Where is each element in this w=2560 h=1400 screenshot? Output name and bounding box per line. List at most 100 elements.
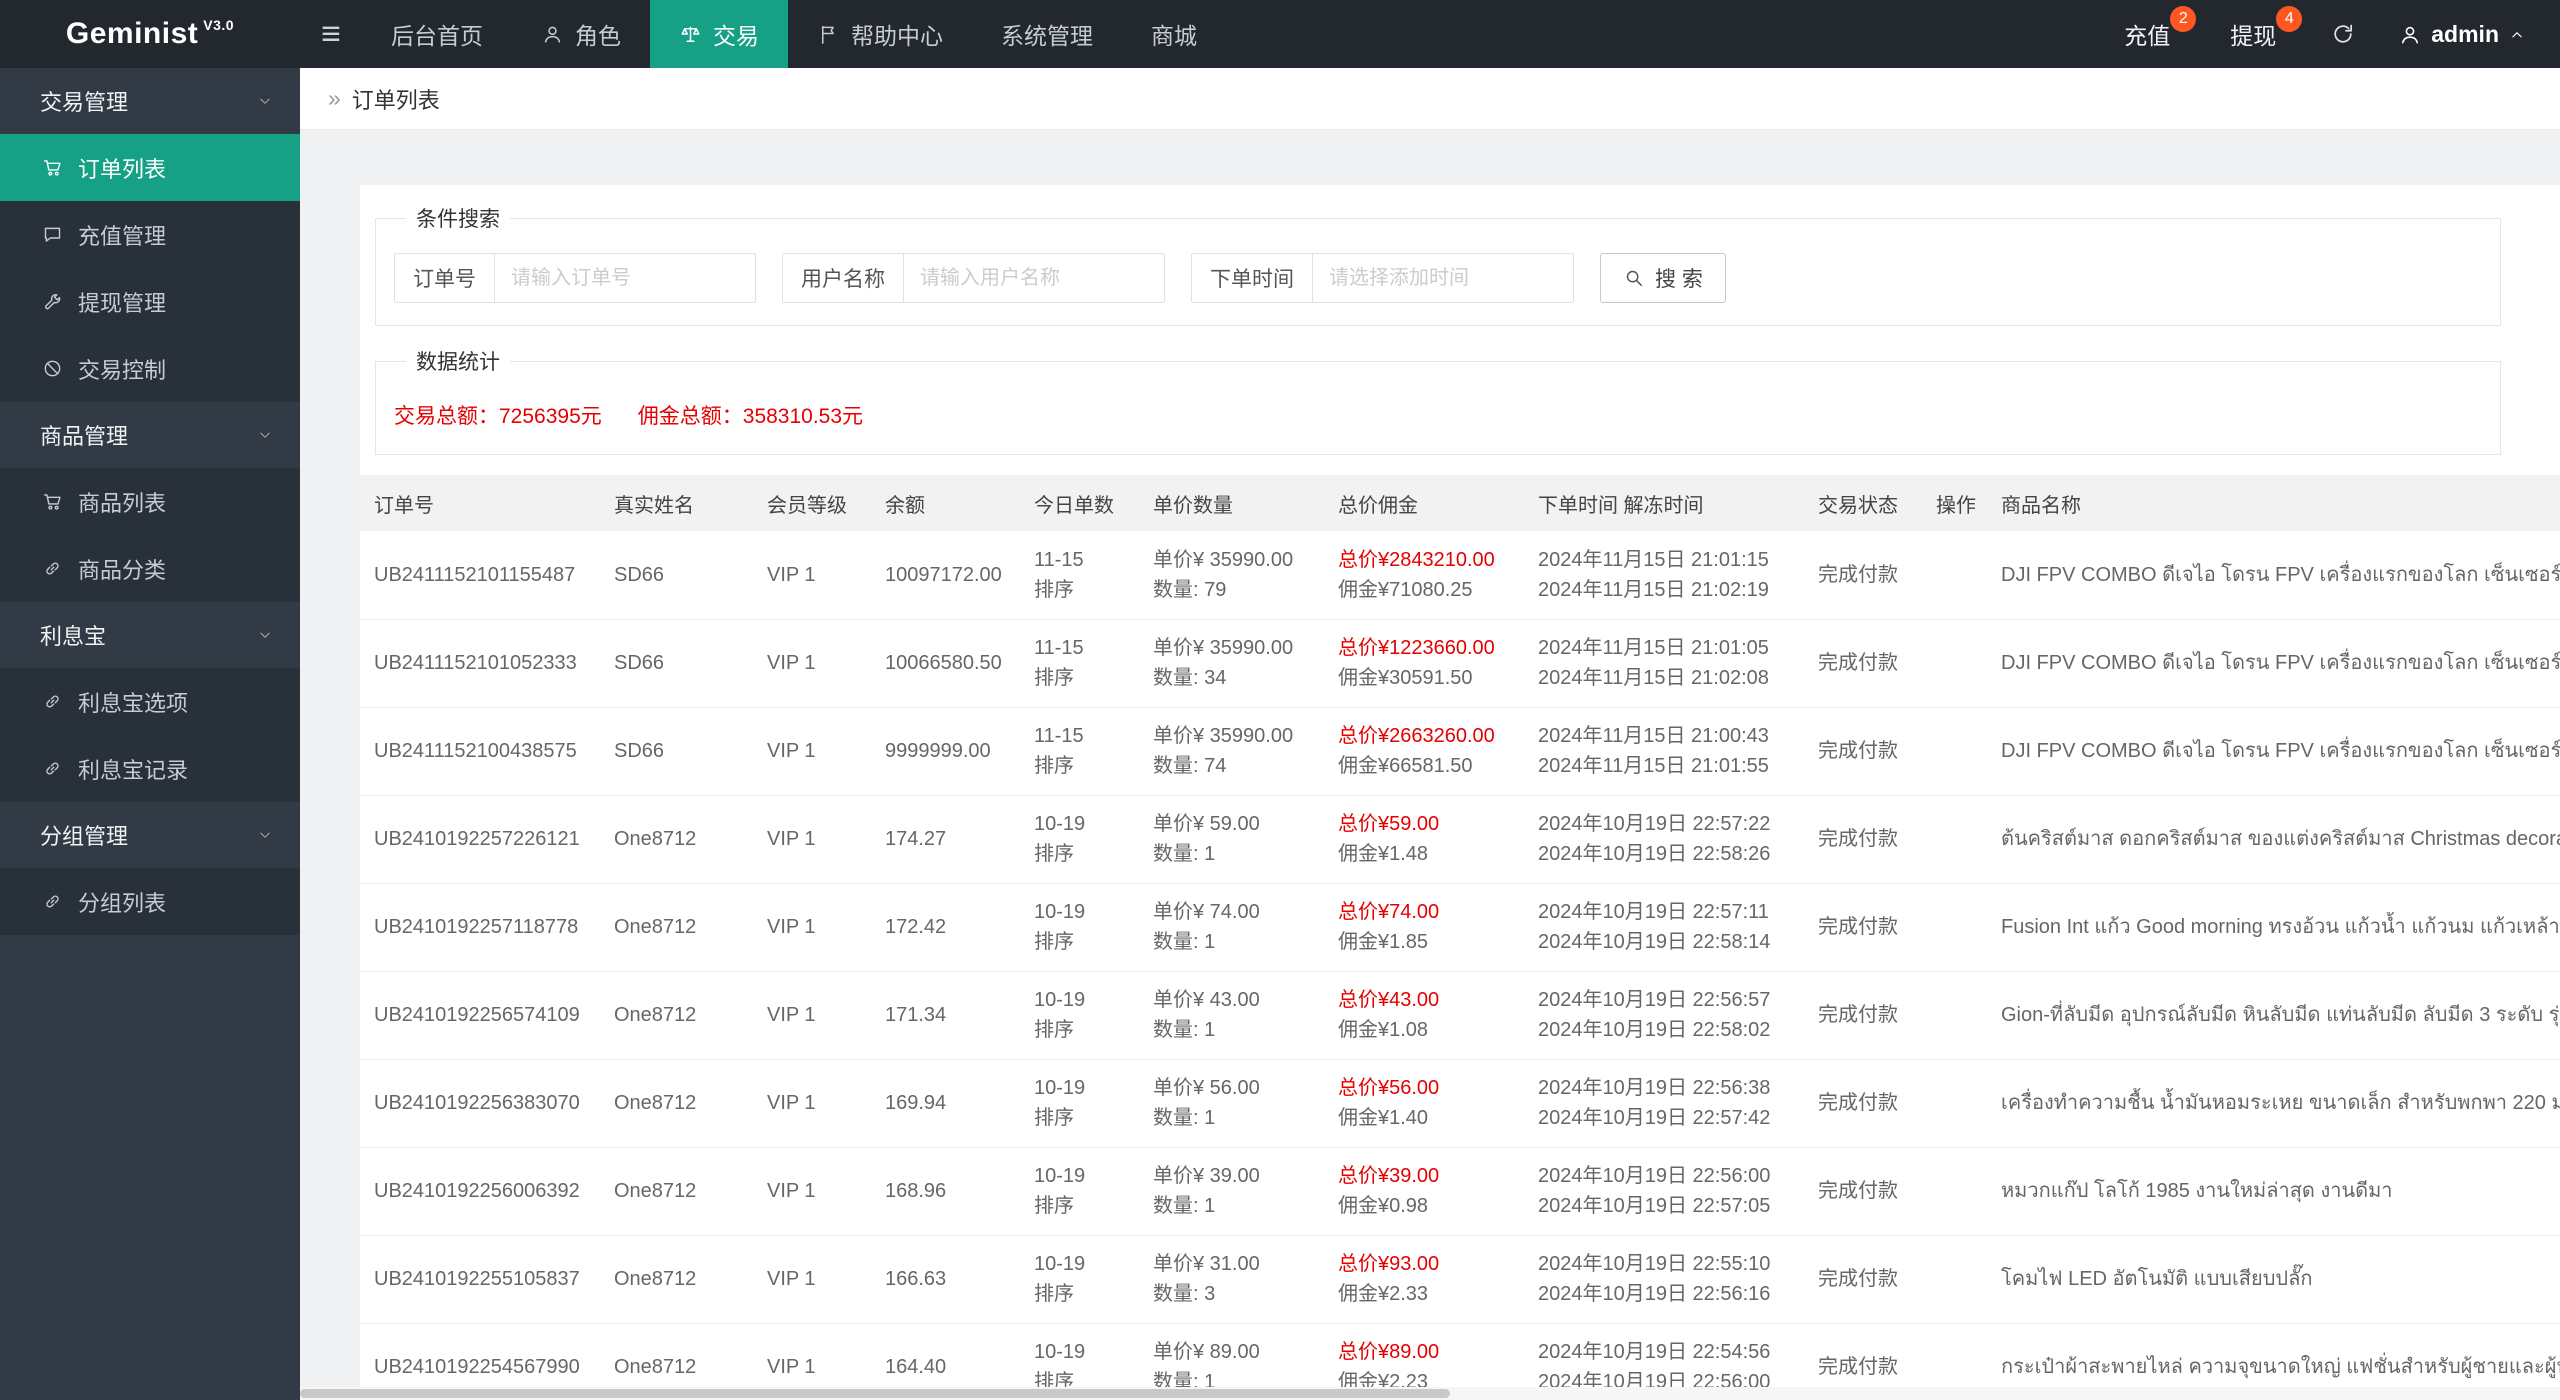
cell-price-qty: 单价¥ 59.00 数量: 1 [1139,795,1324,884]
chevron-down-icon [260,98,270,104]
cell-order-no: UB2410192257226121 [360,795,600,884]
total-price: 总价¥59.00 [1338,813,1440,835]
unit-price: 单价¥ 35990.00 [1153,548,1294,571]
filter-input-0[interactable] [494,253,756,303]
cell-actions [1922,883,1987,972]
sidebar-item-label: 商品分类 [78,557,167,583]
cell-total-commission: 总价¥2663260.00 佣金¥66581.50 [1324,707,1524,796]
search-icon-slot [1623,266,1645,290]
day-value: 10-19 [1034,989,1086,1011]
quantity: 数量: 74 [1153,755,1227,777]
quantity: 数量: 1 [1153,843,1216,865]
quick-action-label: 充值 [2124,23,2171,49]
day-value: 10-19 [1034,1341,1086,1363]
cell-real-name: One8712 [600,795,753,884]
total-price: 总价¥1223660.00 [1338,637,1495,659]
table-row-0: UB2411152101155487 SD66 VIP 1 10097172.00 11… [360,531,2560,620]
horizontal-scrollbar-thumb[interactable] [300,1389,1450,1398]
sidebar-group-0[interactable]: 交易管理 [0,68,300,134]
orders-table: 订单号 真实姓名 会员等级 余额 今日单数 单价数量 总价佣金 下单时间 解冻时间 交易状态 操作… [360,475,2560,1399]
sidebar-group-3[interactable]: 分组管理 [0,802,300,868]
hamburger-icon: ≡ [321,14,341,53]
cell-status: 完成付款 [1804,1235,1922,1324]
quantity: 数量: 79 [1153,578,1227,601]
cell-times: 2024年10月19日 22:56:38 2024年10月19日 22:57:42 [1524,1059,1804,1148]
total-price: 总价¥56.00 [1338,1077,1440,1099]
topnav-item-5[interactable]: 商城 [1122,0,1226,68]
cell-real-name: SD66 [600,619,753,708]
order-time: 2024年10月19日 22:56:00 [1538,1165,1771,1187]
quick-action-1[interactable]: 提现 4 [2200,0,2306,68]
sidebar-item-label: 利息宝记录 [78,757,189,783]
cell-balance: 172.42 [871,883,1020,972]
horizontal-scrollbar[interactable] [300,1387,2560,1400]
sidebar-group-1[interactable]: 商品管理 [0,402,300,468]
cell-order-no: UB2410192257118778 [360,883,600,972]
topnav-item-4[interactable]: 系统管理 [972,0,1122,68]
total-amount: 交易总额：7256395元 [394,400,602,430]
sidebar-group-2[interactable]: 利息宝 [0,602,300,668]
commission: 佣金¥1.48 [1338,843,1429,865]
column-header-10: 商品名称 [1987,475,2560,531]
order-time: 2024年11月15日 21:00:43 [1538,725,1769,747]
user-menu[interactable]: admin [2380,0,2560,68]
unfreeze-time: 2024年10月19日 22:58:26 [1538,843,1771,865]
table-row-8: UB2410192255105837 One8712 VIP 1 166.63 10-1… [360,1235,2560,1324]
filter-label-0: 订单号 [394,253,494,303]
sidebar-toggle-button[interactable]: ≡ [300,0,362,68]
column-header-5: 单价数量 [1139,475,1324,531]
sidebar-item-1-1[interactable]: 商品分类 [0,535,300,602]
sidebar-item-0-2[interactable]: 提现管理 [0,268,300,335]
quick-action-0[interactable]: 充值 2 [2094,0,2200,68]
content: 条件搜索 订单号 用户名称 下单时间 搜 索 数据统计 交易总额：7256395元 … [300,130,2560,1399]
cell-times: 2024年10月19日 22:56:00 2024年10月19日 22:57:05 [1524,1147,1804,1236]
column-header-8: 交易状态 [1804,475,1922,531]
topnav-item-label: 商城 [1151,23,1197,49]
topnav-item-2[interactable]: 交易 [650,0,788,68]
sidebar-item-label: 充值管理 [78,223,167,249]
sidebar-group-label: 利息宝 [40,624,107,649]
refresh-button[interactable] [2306,0,2380,68]
sidebar-item-0-0[interactable]: 订单列表 [0,134,300,201]
cell-product: โคมไฟ LED อัตโนมัติ แบบเสียบปลั๊ก [1987,1235,2560,1324]
cell-order-no: UB2410192256574109 [360,971,600,1060]
sort-label: 排序 [1034,755,1074,777]
sidebar-item-3-0[interactable]: 分组列表 [0,868,300,935]
day-value: 10-19 [1034,1077,1086,1099]
sidebar-item-0-3[interactable]: 交易控制 [0,335,300,402]
filter-group-2: 下单时间 [1191,253,1574,303]
notification-badge: 2 [2170,6,2197,32]
quantity: 数量: 1 [1153,1019,1216,1041]
cell-balance: 10097172.00 [871,531,1020,620]
sidebar-item-2-0[interactable]: 利息宝选项 [0,668,300,735]
cell-actions [1922,795,1987,884]
filter-input-1[interactable] [903,253,1165,303]
topnav-item-3[interactable]: 帮助中心 [788,0,972,68]
sidebar-item-1-0[interactable]: 商品列表 [0,468,300,535]
column-header-2: 会员等级 [753,475,871,531]
brand-version: V3.0 [203,17,235,33]
search-legend: 条件搜索 [416,208,500,231]
table-row-1: UB2411152101052333 SD66 VIP 1 10066580.50 11… [360,619,2560,708]
sidebar-item-0-1[interactable]: 充值管理 [0,201,300,268]
topnav-item-0[interactable]: 后台首页 [362,0,512,68]
topnav-item-label: 后台首页 [391,23,483,49]
cell-day-count: 10-19 排序 [1020,1059,1139,1148]
brand-name: Geminist [65,17,199,50]
sidebar-item-2-1[interactable]: 利息宝记录 [0,735,300,802]
topnav-item-1[interactable]: 角色 [512,0,650,68]
order-time: 2024年11月15日 21:01:05 [1538,637,1769,659]
table-body: UB2411152101155487 SD66 VIP 1 10097172.00 11… [360,531,2560,1399]
sort-label: 排序 [1034,1107,1074,1129]
cell-day-count: 11-15 排序 [1020,707,1139,796]
total-price: 总价¥93.00 [1338,1253,1440,1275]
filter-input-2[interactable] [1312,253,1574,303]
column-header-4: 今日单数 [1020,475,1139,531]
cell-order-no: UB2411152101052333 [360,619,600,708]
cell-order-no: UB2411152101155487 [360,531,600,620]
scale-icon [681,26,700,42]
search-button[interactable]: 搜 索 [1600,253,1726,303]
quantity: 数量: 34 [1153,667,1227,689]
topbar-right: 充值 2 提现 4 admin [2094,0,2560,68]
filter-label-1: 用户名称 [782,253,903,303]
